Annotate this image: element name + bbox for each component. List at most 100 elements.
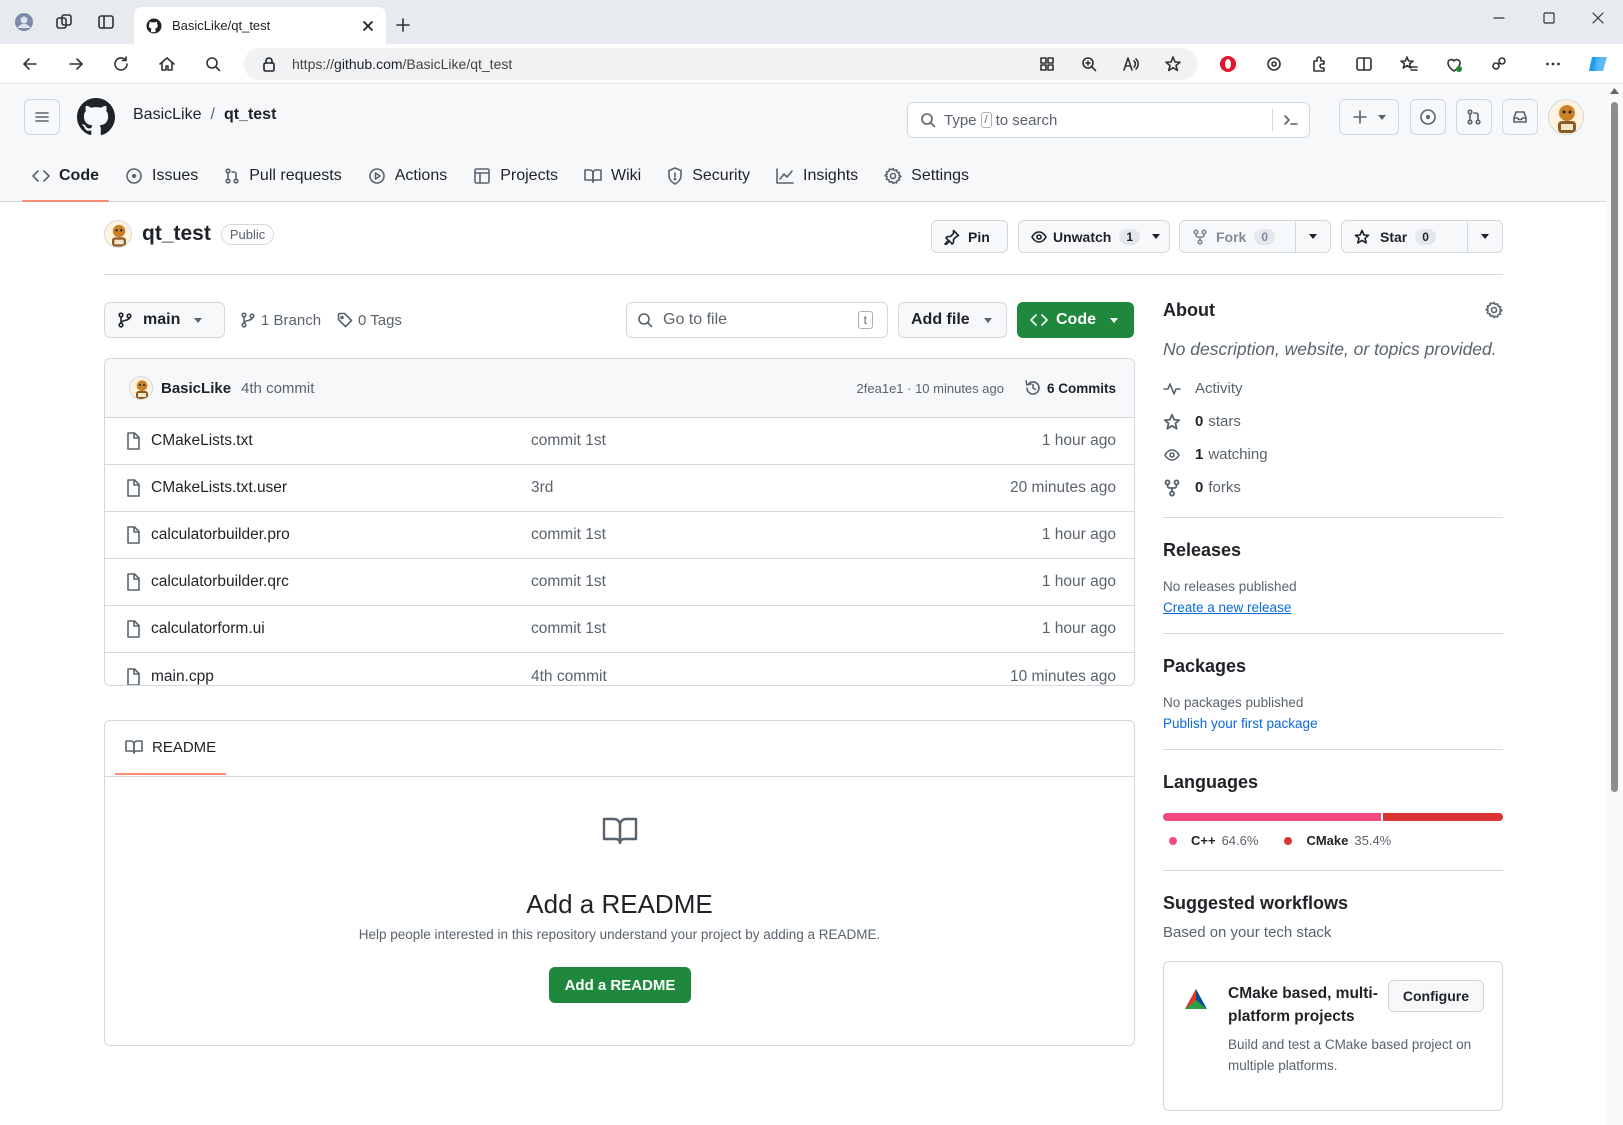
issues-button[interactable]: [1410, 99, 1446, 135]
file-commit-message[interactable]: commit 1st: [531, 620, 1042, 638]
file-commit-message[interactable]: commit 1st: [531, 526, 1042, 544]
tab-issues[interactable]: Issues: [115, 150, 208, 202]
scrollbar-thumb[interactable]: [1611, 102, 1618, 792]
go-to-file-input[interactable]: Go to file t: [626, 302, 888, 338]
file-commit-message[interactable]: 3rd: [531, 479, 1010, 497]
more-options-icon[interactable]: [1539, 50, 1567, 78]
opera-extension-icon[interactable]: [1214, 50, 1242, 78]
workspaces-icon[interactable]: [50, 8, 78, 36]
collections-icon[interactable]: [1485, 50, 1513, 78]
zoom-icon[interactable]: [1075, 50, 1103, 78]
app-available-icon[interactable]: [1033, 50, 1061, 78]
create-new-button[interactable]: [1339, 99, 1399, 135]
read-aloud-icon[interactable]: [1117, 50, 1145, 78]
file-name[interactable]: calculatorbuilder.qrc: [151, 573, 531, 591]
tab-pull-requests[interactable]: Pull requests: [214, 150, 352, 202]
file-row[interactable]: main.cpp 4th commit 10 minutes ago: [105, 653, 1134, 686]
tab-settings[interactable]: Settings: [874, 150, 979, 202]
back-icon[interactable]: [16, 50, 44, 78]
file-name[interactable]: calculatorform.ui: [151, 620, 531, 638]
commits-link[interactable]: 6 Commits: [1024, 379, 1116, 397]
close-window-icon[interactable]: [1584, 4, 1612, 32]
breadcrumb-repo[interactable]: qt_test: [224, 106, 276, 124]
commit-hash-time[interactable]: 2fea1e1 · 10 minutes ago: [857, 381, 1004, 396]
unwatch-button[interactable]: Unwatch 1: [1018, 220, 1170, 253]
lock-icon[interactable]: [262, 56, 276, 72]
commit-author[interactable]: BasicLike: [161, 380, 231, 397]
tags-link[interactable]: 0 Tags: [337, 302, 402, 338]
browser-search-icon[interactable]: [199, 50, 227, 78]
configure-button[interactable]: Configure: [1387, 980, 1484, 1012]
tab-wiki[interactable]: Wiki: [574, 150, 651, 202]
star-button[interactable]: Star 0: [1341, 220, 1503, 253]
forward-icon[interactable]: [62, 50, 90, 78]
workflow-card-title[interactable]: CMake based, multi-platform projects: [1228, 982, 1388, 1028]
minimize-icon[interactable]: [1485, 4, 1513, 32]
add-readme-button[interactable]: Add a README: [549, 967, 691, 1003]
watching-link[interactable]: 1 watching: [1163, 438, 1503, 471]
tab-actions[interactable]: Actions: [358, 150, 457, 202]
tab-code[interactable]: Code: [22, 150, 109, 202]
favorites-icon[interactable]: [1395, 50, 1423, 78]
split-screen-icon[interactable]: [1350, 50, 1378, 78]
browser-tab[interactable]: BasicLike/qt_test: [134, 7, 386, 44]
fork-button[interactable]: Fork 0: [1179, 220, 1331, 253]
extension-tracker-icon[interactable]: [1260, 50, 1288, 78]
stars-link[interactable]: 0 stars: [1163, 405, 1503, 438]
file-name[interactable]: CMakeLists.txt: [151, 432, 531, 450]
page-scrollbar[interactable]: [1606, 84, 1623, 1125]
file-commit-message[interactable]: 4th commit: [531, 668, 1010, 686]
gear-icon[interactable]: [1485, 301, 1503, 319]
releases-title[interactable]: Releases: [1163, 540, 1503, 561]
repo-owner-avatar[interactable]: [104, 220, 132, 248]
file-commit-message[interactable]: commit 1st: [531, 432, 1042, 450]
readme-tab[interactable]: README: [115, 721, 227, 775]
refresh-icon[interactable]: [107, 50, 135, 78]
home-icon[interactable]: [153, 50, 181, 78]
extensions-icon[interactable]: [1305, 50, 1333, 78]
inbox-button[interactable]: [1502, 99, 1538, 135]
file-row[interactable]: CMakeLists.txt commit 1st 1 hour ago: [105, 418, 1134, 465]
profile-icon[interactable]: [10, 8, 38, 36]
branches-link[interactable]: 1 Branch: [240, 302, 321, 338]
command-palette-icon[interactable]: [1272, 109, 1309, 131]
commit-author-avatar[interactable]: [129, 376, 153, 400]
file-row[interactable]: calculatorform.ui commit 1st 1 hour ago: [105, 606, 1134, 653]
copilot-icon[interactable]: [1584, 50, 1612, 78]
tab-insights[interactable]: Insights: [766, 150, 868, 202]
close-tab-icon[interactable]: [362, 20, 374, 32]
tab-actions-icon[interactable]: [92, 8, 120, 36]
pin-button[interactable]: Pin: [931, 220, 1008, 253]
language-item-cpp[interactable]: C++ 64.6%: [1169, 833, 1258, 848]
branch-selector[interactable]: main: [104, 302, 225, 338]
breadcrumb-owner[interactable]: BasicLike: [133, 106, 201, 124]
packages-title[interactable]: Packages: [1163, 656, 1503, 677]
new-tab-icon[interactable]: [389, 11, 417, 39]
add-file-button[interactable]: Add file: [898, 302, 1007, 338]
file-commit-message[interactable]: commit 1st: [531, 573, 1042, 591]
file-name[interactable]: calculatorbuilder.pro: [151, 526, 531, 544]
maximize-icon[interactable]: [1535, 4, 1563, 32]
publish-package-link[interactable]: Publish your first package: [1163, 716, 1503, 731]
commit-message[interactable]: 4th commit: [241, 380, 856, 397]
scroll-up-icon[interactable]: [1610, 88, 1619, 94]
favorite-star-icon[interactable]: [1159, 50, 1187, 78]
file-row[interactable]: calculatorbuilder.pro commit 1st 1 hour …: [105, 512, 1134, 559]
star-dropdown[interactable]: [1466, 221, 1502, 252]
browser-essentials-icon[interactable]: [1440, 50, 1468, 78]
code-button[interactable]: Code: [1017, 302, 1134, 338]
fork-dropdown[interactable]: [1294, 221, 1330, 252]
file-row[interactable]: calculatorbuilder.qrc commit 1st 1 hour …: [105, 559, 1134, 606]
file-name[interactable]: main.cpp: [151, 668, 531, 686]
tab-security[interactable]: Security: [657, 150, 760, 202]
file-name[interactable]: CMakeLists.txt.user: [151, 479, 531, 497]
file-row[interactable]: CMakeLists.txt.user 3rd 20 minutes ago: [105, 465, 1134, 512]
pull-requests-button[interactable]: [1456, 99, 1492, 135]
user-avatar[interactable]: [1548, 99, 1584, 135]
github-logo-icon[interactable]: [77, 98, 115, 136]
create-release-link[interactable]: Create a new release: [1163, 600, 1503, 615]
repo-name[interactable]: qt_test: [142, 222, 211, 246]
language-item-cmake[interactable]: CMake 35.4%: [1284, 833, 1391, 848]
activity-link[interactable]: Activity: [1163, 372, 1503, 405]
forks-link[interactable]: 0 forks: [1163, 471, 1503, 504]
